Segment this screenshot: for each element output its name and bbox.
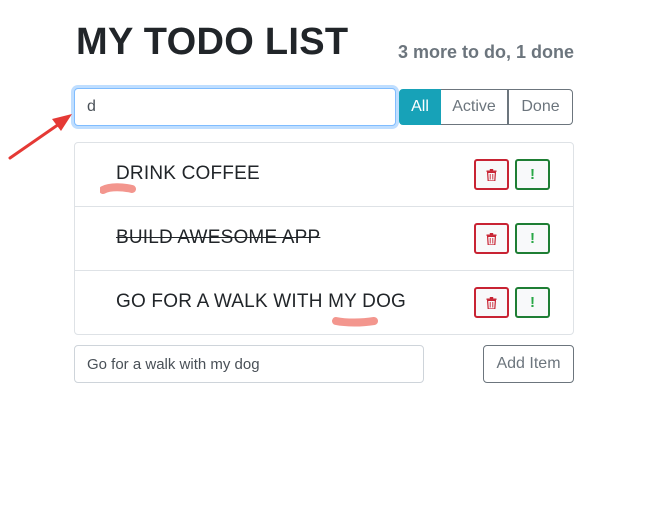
important-button[interactable]: ! bbox=[515, 223, 550, 254]
exclamation-icon: ! bbox=[530, 230, 535, 247]
filter-active-button[interactable]: Active bbox=[441, 89, 508, 125]
important-button[interactable]: ! bbox=[515, 159, 550, 190]
page-title: MY TODO LIST bbox=[76, 21, 349, 63]
trash-icon bbox=[486, 232, 497, 245]
filter-done-button[interactable]: Done bbox=[508, 89, 573, 125]
todo-item-label: GO FOR A WALK WITH MY DOG bbox=[116, 291, 407, 312]
todo-item: BUILD AWESOME APP ! bbox=[75, 207, 573, 271]
exclamation-icon: ! bbox=[530, 294, 535, 311]
exclamation-icon: ! bbox=[530, 166, 535, 183]
filter-button-group: All Active Done bbox=[399, 89, 573, 125]
todo-item-label: BUILD AWESOME APP bbox=[116, 227, 321, 248]
todo-item: GO FOR A WALK WITH MY DOG ! bbox=[75, 271, 573, 335]
important-button[interactable]: ! bbox=[515, 287, 550, 318]
filter-all-button[interactable]: All bbox=[399, 89, 441, 125]
trash-icon bbox=[486, 168, 497, 181]
header: MY TODO LIST 3 more to do, 1 done bbox=[74, 18, 574, 68]
trash-icon bbox=[486, 296, 497, 309]
search-input[interactable] bbox=[74, 88, 396, 126]
delete-button[interactable] bbox=[474, 287, 509, 318]
todo-item-label: DRINK COFFEE bbox=[116, 163, 260, 184]
todo-item: DRINK COFFEE ! bbox=[75, 143, 573, 207]
delete-button[interactable] bbox=[474, 223, 509, 254]
filter-row: All Active Done bbox=[74, 88, 574, 126]
add-item-button[interactable]: Add Item bbox=[483, 345, 574, 383]
add-item-row: Add Item bbox=[74, 345, 574, 383]
delete-button[interactable] bbox=[474, 159, 509, 190]
new-item-input[interactable] bbox=[74, 345, 424, 383]
todo-list: DRINK COFFEE ! BUILD AWESOME APP ! GO FO… bbox=[74, 142, 574, 335]
task-stats: 3 more to do, 1 done bbox=[397, 42, 574, 62]
